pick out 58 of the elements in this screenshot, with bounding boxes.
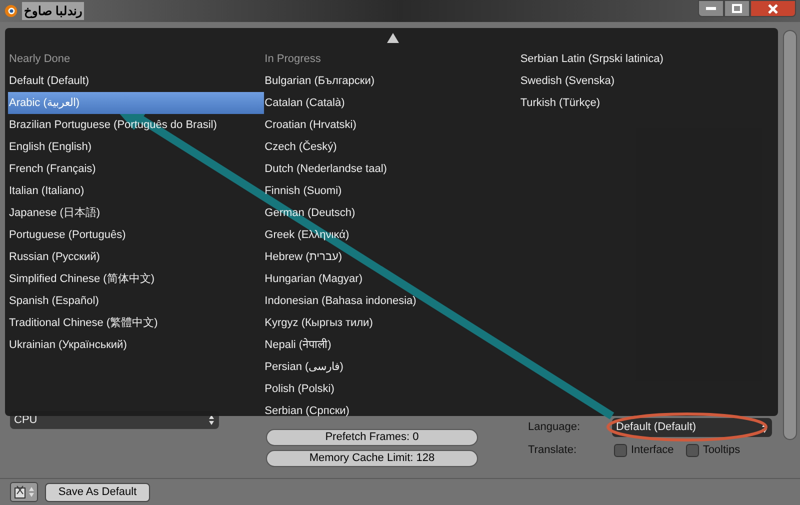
- updown-icon: [28, 486, 34, 498]
- language-option[interactable]: Persian (فارسی): [264, 356, 520, 378]
- menu-heading: In Progress: [264, 52, 322, 67]
- language-option[interactable]: Spanish (Español): [8, 290, 264, 312]
- minimize-icon: [706, 6, 716, 10]
- language-option[interactable]: Portuguese (Português): [8, 224, 264, 246]
- close-icon: [768, 4, 778, 14]
- language-option[interactable]: Traditional Chinese (繁體中文): [8, 312, 264, 334]
- checkbox-label: Interface: [631, 443, 674, 458]
- language-option[interactable]: Greek (Ελληνικά): [264, 224, 520, 246]
- language-option[interactable]: Polish (Polski): [264, 378, 520, 400]
- close-button[interactable]: [750, 0, 796, 17]
- language-option[interactable]: Russian (Русский): [8, 246, 264, 268]
- maximize-button[interactable]: [724, 0, 750, 17]
- language-label: Language:: [528, 420, 581, 436]
- language-option[interactable]: Croatian (Hrvatski): [264, 114, 520, 136]
- language-option[interactable]: Default (Default): [8, 70, 264, 92]
- minimize-button[interactable]: [698, 0, 724, 17]
- editor-type-button[interactable]: [10, 482, 38, 502]
- language-option[interactable]: Arabic (العربية): [8, 92, 264, 114]
- language-option[interactable]: Swedish (Svenska): [519, 70, 776, 92]
- translate-label: Translate:: [528, 443, 578, 458]
- scroll-up-icon: [387, 33, 399, 43]
- checkbox-label: Tooltips: [702, 443, 740, 458]
- language-option[interactable]: Czech (Český): [264, 136, 520, 158]
- language-option[interactable]: Turkish (Türkçe): [519, 92, 776, 114]
- language-option[interactable]: Dutch (Nederlandse taal): [264, 158, 520, 180]
- checkbox[interactable]: [614, 444, 627, 457]
- language-option[interactable]: Brazilian Portuguese (Português do Brasil): [8, 114, 264, 136]
- maximize-icon: [732, 4, 742, 13]
- scrollbar[interactable]: [783, 30, 797, 440]
- language-option[interactable]: Bulgarian (Български): [264, 70, 520, 92]
- save-as-default-button[interactable]: Save As Default: [45, 482, 150, 502]
- app-logo-icon: [4, 4, 18, 18]
- preferences-icon: [14, 485, 26, 499]
- language-option[interactable]: Italian (Italiano): [8, 180, 264, 202]
- language-option[interactable]: French (Français): [8, 158, 264, 180]
- language-option[interactable]: Hebrew (עברית): [264, 246, 520, 268]
- language-option[interactable]: Serbian Latin (Srpski latinica): [519, 48, 776, 70]
- language-option[interactable]: German (Deutsch): [264, 202, 520, 224]
- language-option[interactable]: Indonesian (Bahasa indonesia): [264, 290, 520, 312]
- language-dropdown[interactable]: Default (Default): [612, 418, 772, 437]
- language-option[interactable]: Hungarian (Magyar): [264, 268, 520, 290]
- updown-icon: [208, 414, 215, 426]
- language-option[interactable]: Catalan (Català): [264, 92, 520, 114]
- checkbox[interactable]: [686, 444, 699, 457]
- language-option[interactable]: Serbian (Српски): [264, 400, 520, 422]
- language-option[interactable]: Japanese (日本語): [8, 202, 264, 224]
- window-title: رندلبا صاوخ: [22, 2, 84, 20]
- language-option[interactable]: Simplified Chinese (简体中文): [8, 268, 264, 290]
- language-option[interactable]: English (English): [8, 136, 264, 158]
- number-field[interactable]: Prefetch Frames: 0: [266, 429, 478, 446]
- menu-heading: Nearly Done: [8, 52, 72, 67]
- language-option[interactable]: Nepali (नेपाली): [264, 334, 520, 356]
- language-option[interactable]: Kyrgyz (Кыргыз тили): [264, 312, 520, 334]
- number-field[interactable]: Memory Cache Limit: 128: [266, 450, 478, 467]
- language-option[interactable]: Finnish (Suomi): [264, 180, 520, 202]
- language-option[interactable]: Ukrainian (Український): [8, 334, 264, 356]
